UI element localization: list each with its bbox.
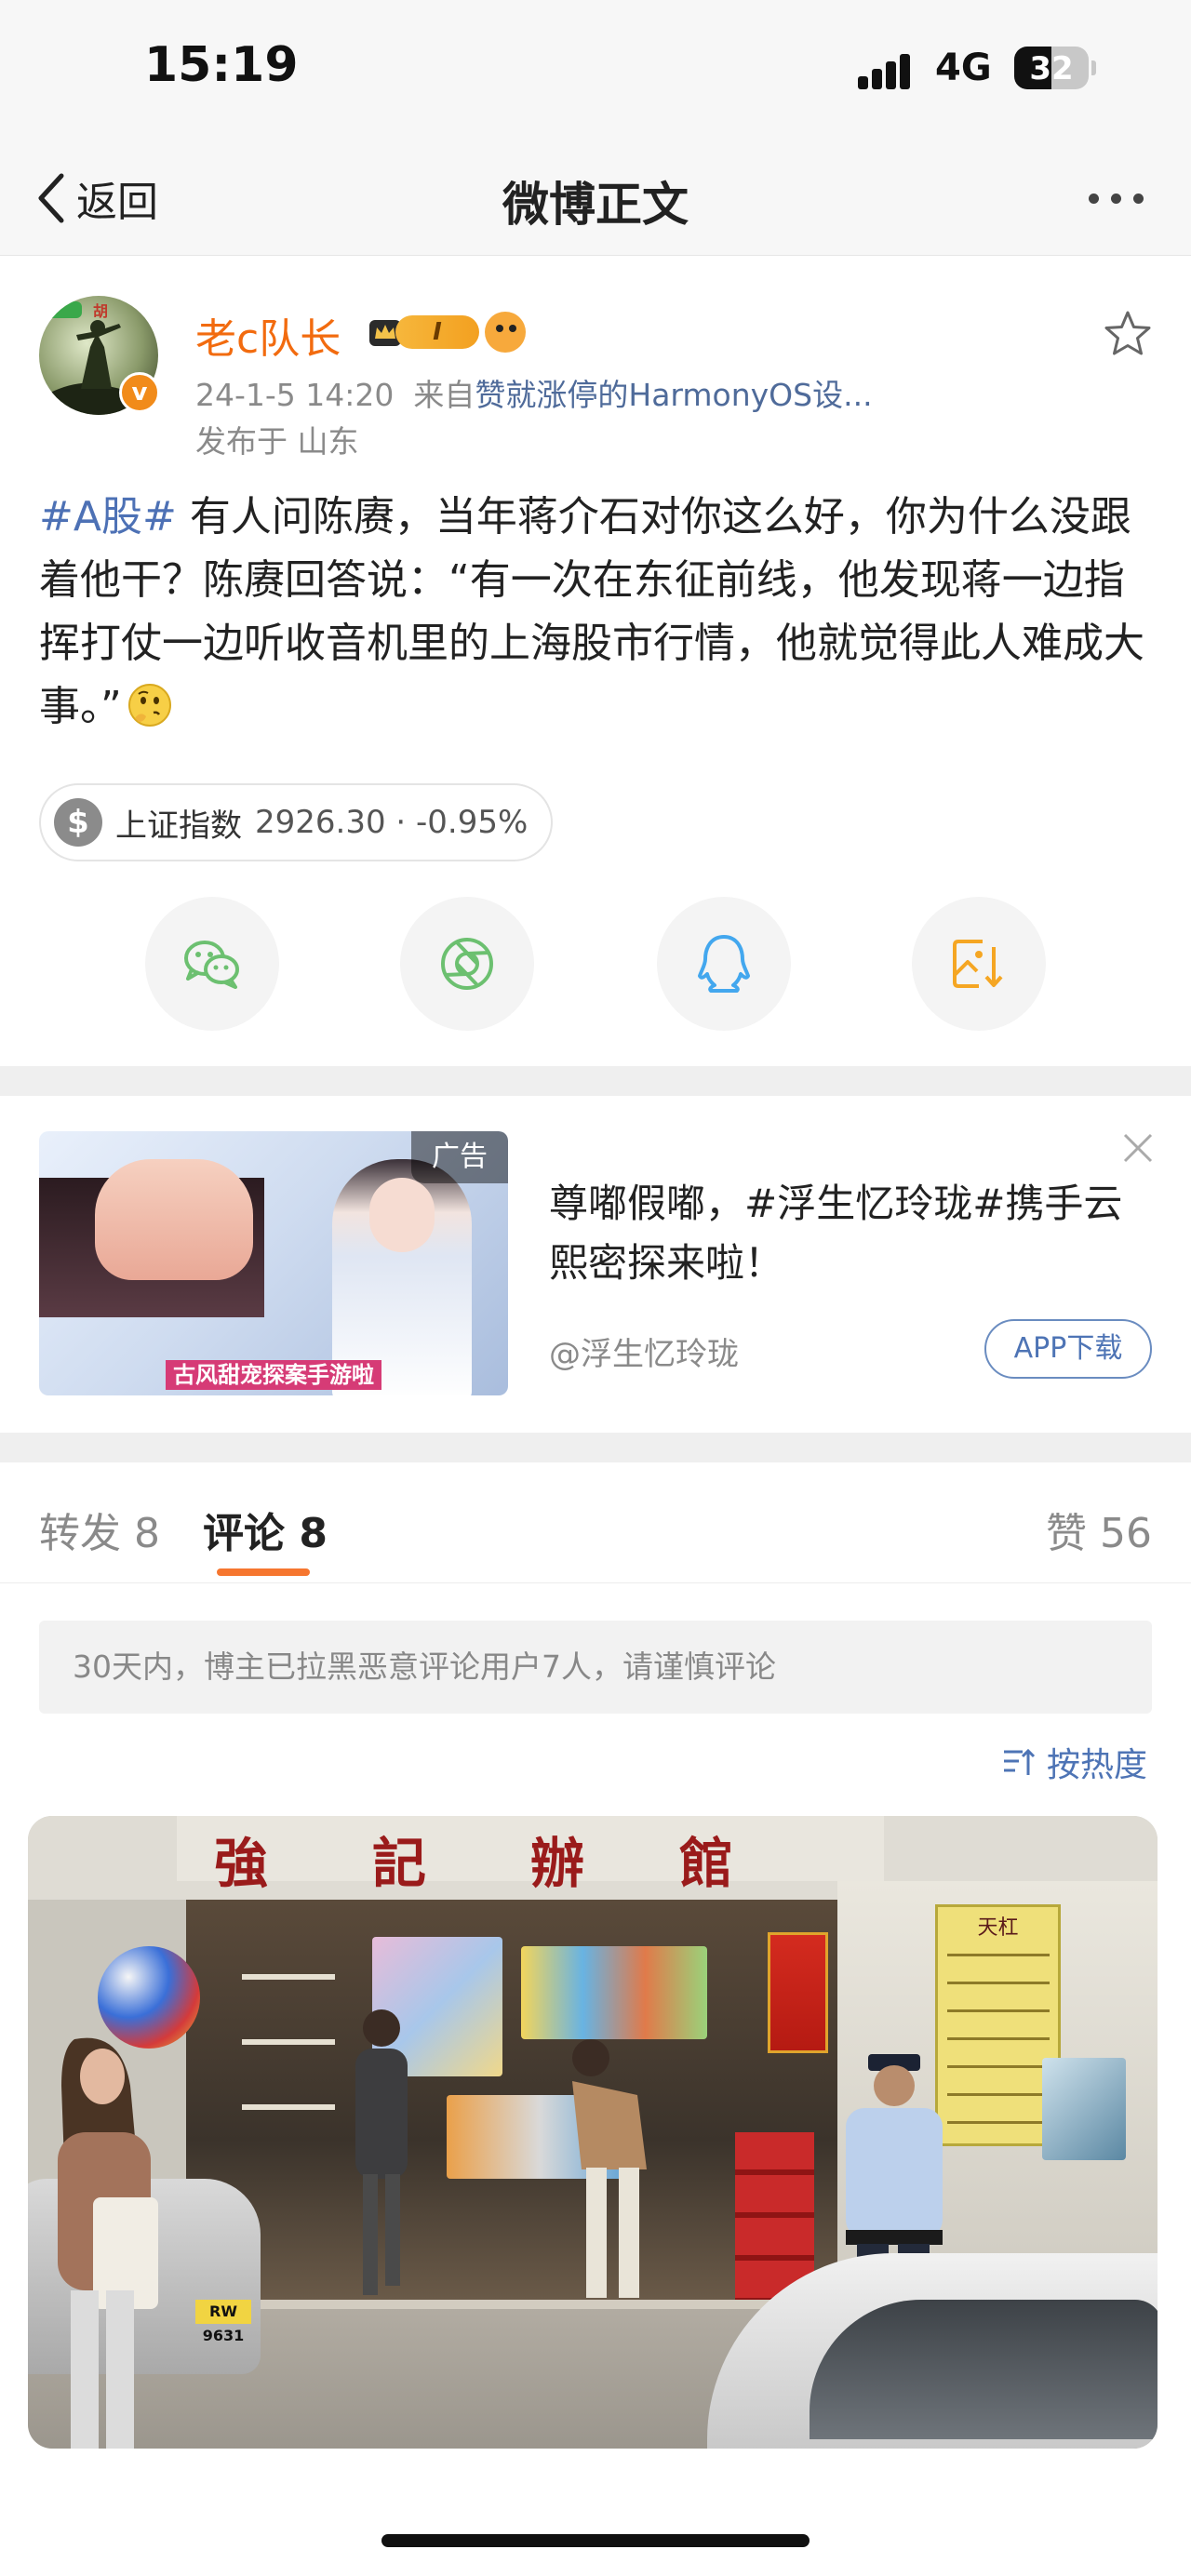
level-badge: I <box>395 315 479 349</box>
worker-figure <box>572 2039 647 2298</box>
car-window <box>810 2300 1158 2439</box>
ad-image[interactable]: 广告 古风甜宠探案手游啦 <box>39 1131 508 1395</box>
network-type: 4G <box>935 47 992 89</box>
post-source[interactable]: 赞就涨停的HarmonyOS设... <box>475 377 872 413</box>
close-icon[interactable] <box>1121 1131 1155 1165</box>
woman-figure <box>58 2037 158 2449</box>
thinking-face-icon <box>127 684 171 727</box>
tab-likes[interactable]: 赞 56 <box>1046 1500 1152 1559</box>
shelf <box>242 2039 335 2045</box>
active-tab-indicator <box>217 1568 310 1576</box>
fan-badge-icon <box>485 312 526 353</box>
stock-label: 上证指数 <box>115 807 242 845</box>
sign-char: 記 <box>372 1832 427 1895</box>
stock-dollar-icon: $ <box>54 798 102 847</box>
menu-line <box>947 2009 1050 2012</box>
sort-by-hot-button[interactable]: 按热度 <box>1000 1738 1147 1786</box>
qq-icon <box>698 935 750 993</box>
status-bar: 15:19 4G 32 <box>0 0 1191 140</box>
signal-icon <box>858 48 919 89</box>
page-title: 微博正文 <box>502 178 689 232</box>
sort-label: 按热度 <box>1047 1746 1148 1784</box>
svg-text:胡: 胡 <box>93 302 108 320</box>
wechat-icon <box>184 941 239 989</box>
app-download-button[interactable]: APP下载 <box>984 1319 1152 1379</box>
comment-notice: 30天内，博主已拉黑恶意评论用户7人，请谨慎评论 <box>39 1621 1152 1714</box>
post-text: #A股# 有人问陈赓，当年蒋介石对你这么好，你为什么没跟着他干？陈赓回答说：“有… <box>39 486 1156 739</box>
ad-tag: 广告 <box>411 1131 508 1183</box>
tab-reposts[interactable]: 转发 8 <box>39 1500 160 1559</box>
author-badges[interactable]: I <box>368 312 526 353</box>
share-qq-button[interactable] <box>657 897 791 1031</box>
ad-account[interactable]: @浮生忆玲珑 <box>549 1328 739 1374</box>
post-body: 有人问陈赓，当年蒋介石对你这么好，你为什么没跟着他干？陈赓回答说：“有一次在东征… <box>39 493 1144 730</box>
status-time: 15:19 <box>144 37 299 93</box>
man-figure <box>355 2009 408 2295</box>
author-name[interactable]: 老c队长 <box>195 305 341 365</box>
shelf <box>242 2104 335 2110</box>
snack-shelf <box>521 1946 707 2039</box>
sign-char: 辦 <box>530 1832 585 1895</box>
comment-image[interactable]: 強 記 辦 館 天杠 RW 9631 <box>28 1816 1158 2449</box>
ad-caption-bar: 古风甜宠探案手游啦 <box>39 1356 508 1395</box>
post-location: 发布于 山东 <box>195 423 359 460</box>
chevron-left-icon <box>38 173 64 223</box>
ad-title[interactable]: 尊嘟假嘟，#浮生忆玲珑#携手云熙密探来啦！ <box>549 1174 1154 1293</box>
ad-hand-graphic <box>95 1159 253 1280</box>
verified-badge: v <box>119 372 160 413</box>
favorite-star-icon[interactable] <box>1103 309 1153 359</box>
nav-bar: 返回 微博正文 <box>0 140 1191 256</box>
interaction-tabs: 转发 8 评论 8 赞 56 <box>0 1462 1191 1583</box>
source-prefix: 来自 <box>413 377 475 413</box>
ad-character-face <box>369 1178 435 1252</box>
save-image-button[interactable] <box>912 897 1046 1031</box>
stock-value: 2926.30 · -0.95% <box>255 804 529 841</box>
home-indicator[interactable] <box>381 2534 810 2547</box>
section-divider <box>0 1433 1191 1462</box>
post-meta: 24-1-5 14:20 来自赞就涨停的HarmonyOS设... <box>195 370 873 415</box>
post-timestamp: 24-1-5 14:20 <box>195 377 395 413</box>
ad-caption: 古风甜宠探案手游啦 <box>166 1360 381 1390</box>
stock-chip[interactable]: $ 上证指数 2926.30 · -0.95% <box>39 783 553 861</box>
share-wechat-button[interactable] <box>145 897 279 1031</box>
moments-icon <box>441 938 493 990</box>
more-options-icon[interactable] <box>1079 184 1154 212</box>
poster <box>1042 2058 1126 2160</box>
back-label: 返回 <box>76 179 158 226</box>
shelf <box>242 1974 335 1980</box>
red-poster <box>768 1932 828 2053</box>
share-moments-button[interactable] <box>400 897 534 1031</box>
sign-char: 強 <box>214 1832 269 1895</box>
menu-line <box>947 2037 1050 2040</box>
tab-comments[interactable]: 评论 8 <box>203 1500 328 1559</box>
section-divider <box>0 1066 1191 1096</box>
battery-icon: 32 <box>1014 47 1096 89</box>
topic-link[interactable]: #A股# <box>39 493 177 541</box>
license-plate: RW 9631 <box>195 2300 251 2344</box>
menu-line <box>947 1982 1050 1984</box>
menu-board-title: 天杠 <box>977 1916 1019 1940</box>
battery-level: 32 <box>1029 50 1074 87</box>
save-image-icon <box>953 940 1003 988</box>
sort-icon <box>1004 1748 1036 1775</box>
menu-line <box>947 1954 1050 1956</box>
red-crates <box>735 2132 814 2300</box>
back-button[interactable]: 返回 <box>33 166 158 231</box>
sign-char: 館 <box>679 1832 734 1895</box>
